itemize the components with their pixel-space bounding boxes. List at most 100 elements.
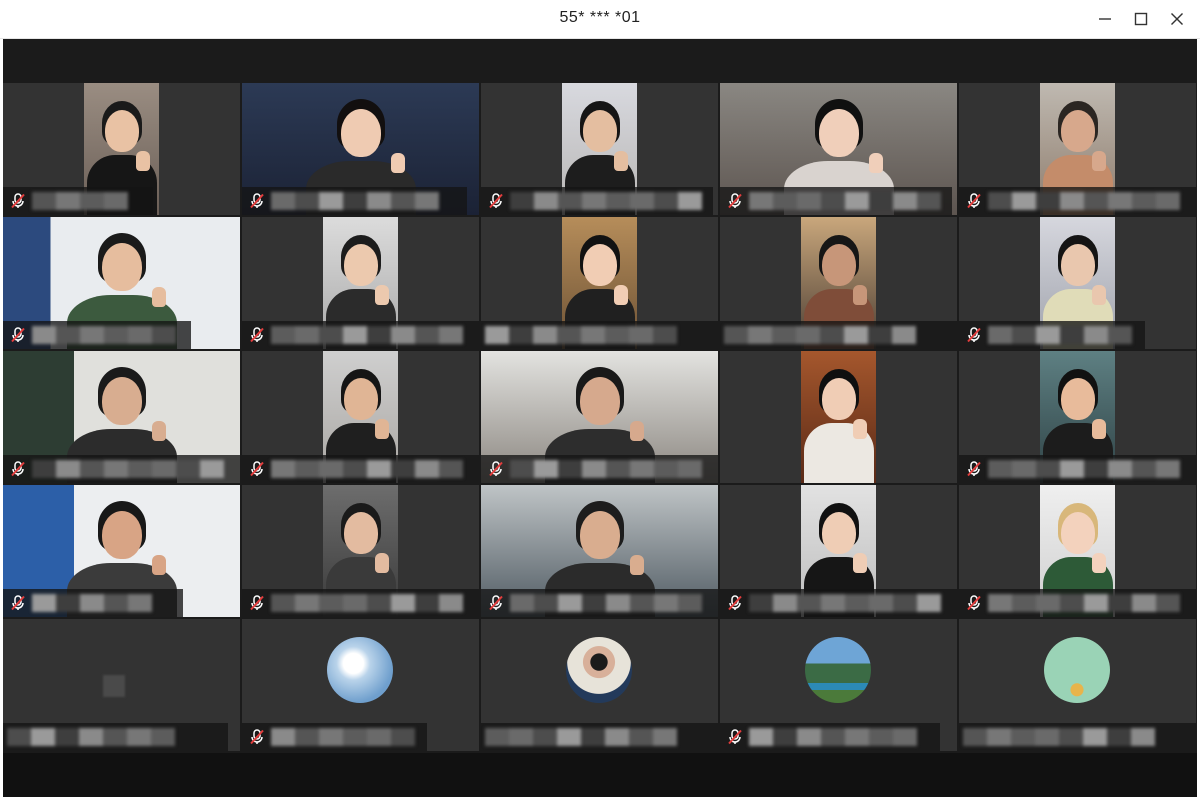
participant-tile[interactable] <box>959 217 1196 349</box>
muted-microphone-icon <box>247 325 267 345</box>
redacted-block <box>509 728 533 746</box>
redacted-block <box>1011 728 1035 746</box>
thumbs-up-gesture <box>151 421 166 441</box>
bottom-toolbar-area <box>3 753 1197 797</box>
participant-name-redacted <box>32 326 176 344</box>
redacted-block <box>319 460 343 478</box>
participant-tile[interactable] <box>720 619 957 751</box>
redacted-block <box>1012 594 1036 612</box>
redacted-block <box>963 728 987 746</box>
participant-tile[interactable] <box>242 619 479 751</box>
redacted-block <box>533 326 557 344</box>
participant-tile[interactable] <box>481 619 718 751</box>
redacted-block <box>56 192 80 210</box>
minimize-icon <box>1099 18 1111 20</box>
redacted-block <box>79 728 103 746</box>
redacted-block <box>653 326 677 344</box>
participant-name-redacted <box>510 192 702 210</box>
redacted-block <box>1084 460 1108 478</box>
redacted-block <box>56 326 80 344</box>
maximize-button[interactable] <box>1128 6 1154 32</box>
participant-tile[interactable] <box>242 83 479 215</box>
participant-tile[interactable] <box>3 83 240 215</box>
participant-tile[interactable] <box>481 83 718 215</box>
redacted-block <box>319 728 343 746</box>
redacted-block <box>80 326 104 344</box>
participant-tile[interactable] <box>720 217 957 349</box>
redacted-block <box>1132 192 1156 210</box>
participant-name-redacted <box>988 326 1132 344</box>
redacted-block <box>271 594 295 612</box>
thumbs-up-gesture <box>852 419 867 439</box>
minimize-button[interactable] <box>1092 6 1118 32</box>
window-titlebar: 55* *** *01 <box>0 0 1200 39</box>
participant-name-bar <box>959 455 1196 483</box>
participant-face <box>582 244 617 286</box>
participant-name-redacted <box>271 192 439 210</box>
participant-tile[interactable] <box>3 485 240 617</box>
participant-face <box>1060 512 1095 554</box>
thumbs-up-gesture <box>852 553 867 573</box>
participant-tile[interactable] <box>481 351 718 483</box>
participant-name-bar <box>3 187 153 215</box>
redacted-block <box>629 728 653 746</box>
redacted-block <box>630 594 654 612</box>
redacted-block <box>869 594 893 612</box>
participant-tile[interactable] <box>481 485 718 617</box>
redacted-block <box>748 326 772 344</box>
redacted-block <box>988 594 1012 612</box>
redacted-block <box>80 460 104 478</box>
redacted-block <box>295 460 319 478</box>
redacted-block <box>152 326 176 344</box>
participant-face <box>579 511 620 559</box>
redacted-block <box>391 728 415 746</box>
redacted-block <box>534 192 558 210</box>
participant-face <box>343 378 378 420</box>
participant-tile[interactable] <box>3 619 240 751</box>
muted-microphone-icon <box>247 191 267 211</box>
participant-face <box>1060 378 1095 420</box>
participant-tile[interactable] <box>481 217 718 349</box>
thumbs-up-gesture <box>1091 285 1106 305</box>
participant-tile[interactable] <box>242 485 479 617</box>
participant-tile[interactable] <box>959 619 1196 751</box>
redacted-block <box>558 460 582 478</box>
redacted-block <box>56 460 80 478</box>
participant-name-bar <box>959 589 1196 617</box>
redacted-block <box>630 192 654 210</box>
redacted-block <box>1059 728 1083 746</box>
participant-tile[interactable] <box>242 217 479 349</box>
close-button[interactable] <box>1164 6 1190 32</box>
redacted-block <box>1060 594 1084 612</box>
redacted-block <box>630 460 654 478</box>
participant-tile[interactable] <box>3 217 240 349</box>
participant-name-bar <box>481 187 713 215</box>
redacted-block <box>773 594 797 612</box>
redacted-block <box>678 594 702 612</box>
redacted-block <box>606 460 630 478</box>
participant-tile[interactable] <box>242 351 479 483</box>
redacted-block <box>797 728 821 746</box>
participant-name-bar <box>720 321 957 349</box>
participant-tile[interactable] <box>959 83 1196 215</box>
redacted-block <box>271 192 295 210</box>
participant-tile[interactable] <box>720 351 957 483</box>
participant-tile[interactable] <box>3 351 240 483</box>
redacted-block <box>749 594 773 612</box>
redacted-block <box>200 460 224 478</box>
participant-tile[interactable] <box>720 485 957 617</box>
redacted-block <box>367 728 391 746</box>
thumbs-up-gesture <box>629 421 644 441</box>
participant-tile[interactable] <box>720 83 957 215</box>
muted-microphone-icon <box>964 191 984 211</box>
redacted-block <box>391 594 415 612</box>
participant-name-redacted <box>988 460 1180 478</box>
redacted-block <box>988 326 1012 344</box>
redacted-block <box>1084 192 1108 210</box>
participant-face <box>821 378 856 420</box>
participant-tile[interactable] <box>959 351 1196 483</box>
participant-tile[interactable] <box>959 485 1196 617</box>
participant-name-bar <box>3 321 191 349</box>
redacted-block <box>7 728 31 746</box>
muted-microphone-icon <box>8 325 28 345</box>
